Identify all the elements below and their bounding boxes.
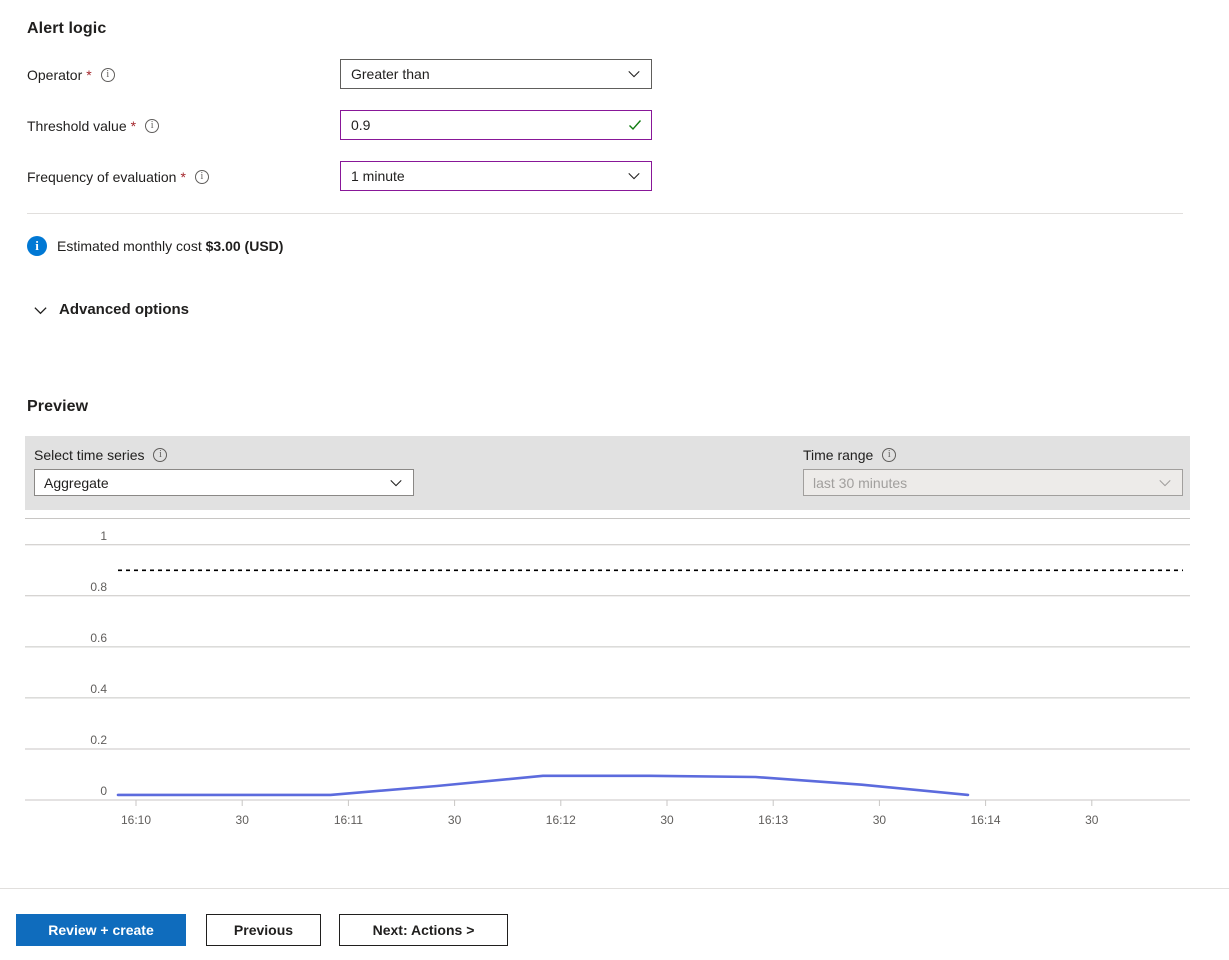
svg-text:16:13: 16:13 [758,813,788,827]
alert-rule-condition-page: Alert logic Operator * i Greater than Th… [0,0,1229,960]
svg-text:0.6: 0.6 [90,631,107,645]
select-time-series-label: Select time series [34,447,145,463]
time-range-value: last 30 minutes [813,474,908,491]
svg-text:0.8: 0.8 [90,580,107,594]
svg-text:16:14: 16:14 [971,813,1001,827]
preview-controls-bar: Select time series i Aggregate Time rang… [25,436,1190,510]
operator-label-row: Operator * i [27,59,115,91]
chart-gridlines [25,518,1190,801]
frequency-dropdown[interactable]: 1 minute [340,161,652,191]
operator-dropdown[interactable]: Greater than [340,59,652,89]
section-divider [27,213,1183,214]
threshold-label: Threshold value [27,118,127,134]
select-time-series-dropdown[interactable]: Aggregate [34,469,414,496]
chevron-down-icon [627,169,641,183]
frequency-value: 1 minute [351,168,405,184]
svg-text:1: 1 [100,529,107,543]
chevron-down-icon [389,476,403,490]
svg-text:30: 30 [660,813,674,827]
select-time-series-label-row: Select time series i [34,447,424,463]
svg-text:0.2: 0.2 [90,733,107,747]
svg-text:30: 30 [873,813,887,827]
info-icon[interactable]: i [100,68,115,82]
required-marker: * [130,118,137,134]
chart-x-axis-ticks [135,800,1093,806]
advanced-options-label: Advanced options [59,301,190,318]
advanced-options-toggle[interactable]: Advanced options [33,301,189,318]
operator-label: Operator [27,67,83,83]
info-icon[interactable]: i [145,119,160,133]
info-icon[interactable]: i [153,448,168,462]
alert-logic-heading: Alert logic [27,20,107,37]
svg-text:30: 30 [236,813,250,827]
svg-text:30: 30 [448,813,462,827]
metric-series-line [116,774,970,797]
svg-text:16:11: 16:11 [334,813,363,827]
select-time-series-group: Select time series i Aggregate [34,447,424,496]
chart-y-axis-labels: 0 0.2 0.4 0.6 0.8 1 [90,529,107,798]
select-time-series-value: Aggregate [44,474,109,491]
estimated-cost-text: Estimated monthly cost $3.00 (USD) [57,238,283,254]
threshold-value-text: 0.9 [351,117,371,133]
svg-text:16:12: 16:12 [546,813,576,827]
operator-value: Greater than [351,66,430,82]
cost-prefix: Estimated monthly cost [57,238,206,254]
chevron-down-icon [33,303,47,317]
review-create-button[interactable]: Review + create [16,914,186,946]
previous-button[interactable]: Previous [206,914,321,946]
time-range-dropdown[interactable]: last 30 minutes [803,469,1183,496]
info-icon[interactable]: i [882,448,897,462]
footer-divider [0,888,1229,889]
cost-amount: $3.00 (USD) [205,238,284,254]
required-marker: * [180,169,186,185]
svg-text:0: 0 [100,784,107,798]
preview-heading: Preview [27,398,89,415]
frequency-label: Frequency of evaluation [27,169,177,185]
time-range-label: Time range [803,447,874,463]
svg-text:16:10: 16:10 [121,813,151,827]
svg-text:30: 30 [1085,813,1099,827]
chevron-down-icon [1158,476,1172,490]
info-icon: i [27,236,47,256]
svg-text:0.4: 0.4 [90,682,107,696]
threshold-label-row: Threshold value * i [27,110,160,142]
threshold-value-input[interactable]: 0.9 [340,110,652,140]
chart-x-axis-labels: 16:10 30 16:11 30 16:12 30 16:13 30 16:14 30 [121,813,1099,827]
required-marker: * [86,67,92,83]
checkmark-valid-icon [627,117,643,133]
chart-svg: 00.20.40.60.81 16:10 30 16:11 30 16:12 30 16:1… [25,518,1190,827]
chevron-down-icon [627,67,641,81]
info-icon[interactable]: i [194,170,209,184]
frequency-label-row: Frequency of evaluation * i [27,161,209,193]
next-actions-button[interactable]: Next: Actions > [339,914,508,946]
preview-chart: 0 0.2 0.4 0.6 0.8 1 16:10 30 16:11 30 16:12 30 16:1… [25,518,1190,853]
estimated-cost-row: i Estimated monthly cost $3.00 (USD) [27,236,283,256]
time-range-label-row: Time range i [803,447,1188,463]
time-range-group: Time range i last 30 minutes [803,447,1188,496]
